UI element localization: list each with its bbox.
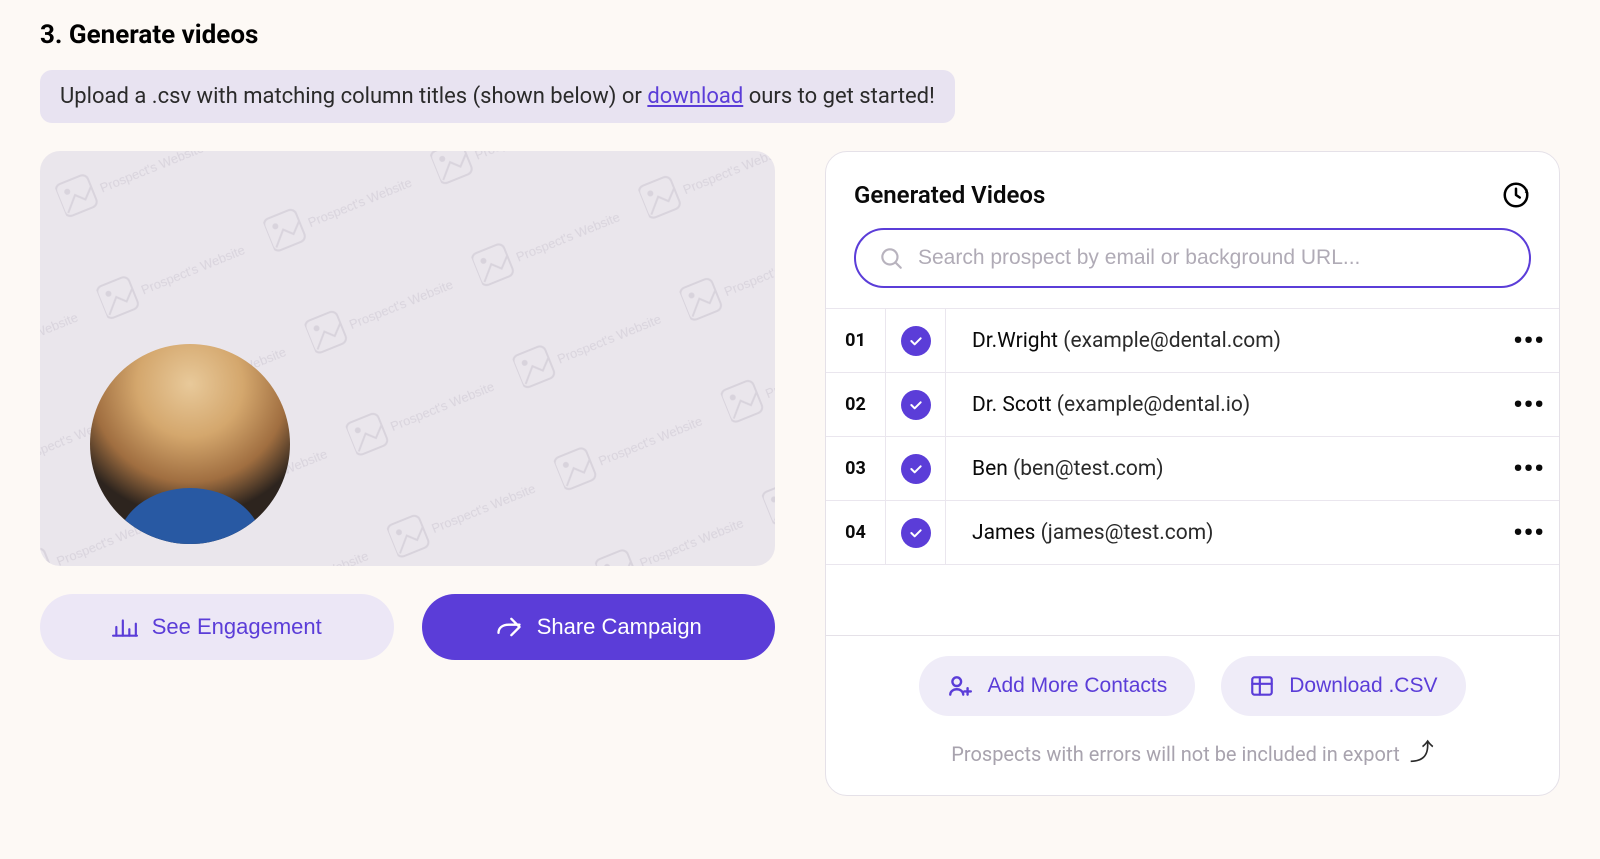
- row-more-menu[interactable]: •••: [1499, 392, 1559, 418]
- prospect-row: 02 Dr. Scott (example@dental.io) •••: [826, 373, 1559, 437]
- check-circle-icon: [901, 326, 931, 356]
- dots-horizontal-icon: •••: [1513, 520, 1545, 546]
- export-footnote: Prospects with errors will not be includ…: [951, 742, 1399, 766]
- info-banner: Upload a .csv with matching column title…: [40, 70, 955, 123]
- row-number: 04: [826, 501, 886, 564]
- history-icon[interactable]: [1501, 180, 1531, 210]
- prospect-email: (ben@test.com): [1013, 457, 1164, 481]
- row-number: 02: [826, 373, 886, 436]
- prospect-email: (example@dental.io): [1057, 393, 1250, 417]
- row-prospect: Dr.Wright (example@dental.com): [946, 329, 1499, 353]
- generated-videos-panel: Generated Videos 01 Dr.Wright (example@de…: [825, 151, 1560, 796]
- share-arrow-icon: [495, 613, 523, 641]
- row-status: [886, 437, 946, 500]
- row-status: [886, 501, 946, 564]
- search-box[interactable]: [854, 228, 1531, 288]
- add-more-contacts-button[interactable]: Add More Contacts: [919, 656, 1195, 716]
- row-status: [886, 309, 946, 372]
- banner-text-prefix: Upload a .csv with matching column title…: [60, 84, 647, 109]
- user-plus-icon: [947, 673, 973, 699]
- row-more-menu[interactable]: •••: [1499, 456, 1559, 482]
- prospect-name: Ben: [972, 457, 1013, 481]
- row-number: 01: [826, 309, 886, 372]
- row-more-menu[interactable]: •••: [1499, 328, 1559, 354]
- dots-horizontal-icon: •••: [1513, 328, 1545, 354]
- prospect-email: (example@dental.com): [1063, 329, 1281, 353]
- download-template-link[interactable]: download: [647, 84, 743, 109]
- prospect-name: Dr. Scott: [972, 393, 1057, 417]
- section-title: 3. Generate videos: [40, 20, 1560, 50]
- row-number: 03: [826, 437, 886, 500]
- banner-text-suffix: ours to get started!: [743, 84, 935, 109]
- prospect-row: 04 James (james@test.com) •••: [826, 501, 1559, 565]
- search-icon: [878, 245, 904, 271]
- download-csv-button[interactable]: Download .CSV: [1221, 656, 1465, 716]
- row-more-menu[interactable]: •••: [1499, 520, 1559, 546]
- check-circle-icon: [901, 454, 931, 484]
- presenter-avatar: [90, 344, 290, 544]
- row-status: [886, 373, 946, 436]
- prospect-row: 03 Ben (ben@test.com) •••: [826, 437, 1559, 501]
- dots-horizontal-icon: •••: [1513, 392, 1545, 418]
- row-prospect: Ben (ben@test.com): [946, 457, 1499, 481]
- row-prospect: James (james@test.com): [946, 521, 1499, 545]
- bar-chart-icon: [112, 614, 138, 640]
- video-preview-placeholder: Prospect's Website: [40, 151, 775, 566]
- panel-title: Generated Videos: [854, 181, 1045, 209]
- row-prospect: Dr. Scott (example@dental.io): [946, 393, 1499, 417]
- prospect-row: 01 Dr.Wright (example@dental.com) •••: [826, 309, 1559, 373]
- dots-horizontal-icon: •••: [1513, 456, 1545, 482]
- check-circle-icon: [901, 518, 931, 548]
- prospect-name: James: [972, 521, 1041, 545]
- share-campaign-button[interactable]: Share Campaign: [422, 594, 776, 660]
- share-campaign-label: Share Campaign: [537, 614, 702, 640]
- see-engagement-label: See Engagement: [152, 614, 322, 640]
- add-more-contacts-label: Add More Contacts: [987, 674, 1167, 698]
- search-input[interactable]: [918, 246, 1507, 270]
- table-icon: [1249, 673, 1275, 699]
- prospect-name: Dr.Wright: [972, 329, 1063, 353]
- prospect-email: (james@test.com): [1041, 521, 1214, 545]
- see-engagement-button[interactable]: See Engagement: [40, 594, 394, 660]
- curved-arrow-icon: ⤴: [1410, 732, 1434, 767]
- check-circle-icon: [901, 390, 931, 420]
- download-csv-label: Download .CSV: [1289, 674, 1437, 698]
